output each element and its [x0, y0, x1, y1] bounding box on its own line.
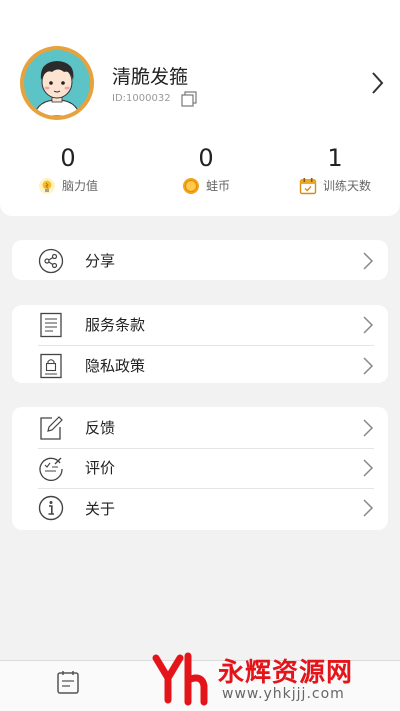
- edit-icon: [40, 416, 63, 440]
- menu-item-label: 服务条款: [85, 315, 146, 334]
- menu-item-label: 隐私政策: [85, 356, 146, 375]
- menu-item-label: 反馈: [85, 418, 116, 437]
- menu-item-label: 关于: [85, 499, 116, 518]
- username: 清脆发箍: [112, 66, 189, 88]
- watermark-logo: [152, 652, 208, 706]
- copy-icon[interactable]: [180, 90, 198, 108]
- chevron-right-icon: [363, 316, 374, 334]
- stat-label: 训练天数: [322, 179, 371, 193]
- stat-value: 1: [327, 144, 343, 172]
- menu-item-about[interactable]: 关于: [12, 487, 388, 529]
- menu-item-share[interactable]: 分享: [12, 240, 388, 280]
- support-card: 反馈 评价 关于: [12, 407, 388, 530]
- watermark: 永辉资源网 www.yhkjjj.com: [152, 650, 400, 708]
- info-icon: [38, 495, 64, 521]
- stat-training-days: 1 训练天数: [275, 143, 395, 195]
- stat-label: 蛙币: [205, 179, 230, 193]
- stat-frog-coins: 0 蛙币: [146, 143, 266, 195]
- chevron-right-icon: [363, 252, 374, 270]
- stat-label: 脑力值: [61, 179, 98, 193]
- calendar-icon: [299, 178, 317, 195]
- lock-document-icon: [40, 353, 62, 379]
- chevron-right-icon: [363, 419, 374, 437]
- avatar-image: [24, 50, 90, 116]
- share-card: 分享: [12, 240, 388, 280]
- chevron-right-icon[interactable]: [368, 70, 386, 96]
- rating-icon: [39, 457, 63, 481]
- chevron-right-icon: [363, 499, 374, 517]
- menu-item-label: 评价: [85, 458, 116, 477]
- avatar[interactable]: [20, 46, 94, 120]
- profile-card: 清脆发箍 ID:1000032 0 脑力值 0 蛙币 1 训练天数: [0, 0, 400, 216]
- chevron-right-icon: [363, 459, 374, 477]
- chevron-right-icon: [363, 357, 374, 375]
- menu-item-label: 分享: [85, 251, 116, 270]
- lightbulb-icon: [38, 178, 55, 194]
- stat-value: 0: [198, 144, 214, 172]
- tab-calendar-icon[interactable]: [55, 669, 81, 695]
- watermark-url: www.yhkjjj.com: [222, 686, 345, 702]
- user-id: ID:1000032: [112, 93, 171, 104]
- stat-brain-power: 0 脑力值: [8, 143, 128, 195]
- coin-icon: [182, 178, 199, 194]
- stat-value: 0: [60, 144, 76, 172]
- menu-item-rating[interactable]: 评价: [12, 447, 388, 487]
- legal-card: 服务条款 隐私政策: [12, 305, 388, 383]
- document-icon: [40, 312, 62, 338]
- share-icon: [38, 248, 64, 274]
- menu-item-feedback[interactable]: 反馈: [12, 407, 388, 447]
- menu-item-privacy[interactable]: 隐私政策: [12, 345, 388, 385]
- watermark-title: 永辉资源网: [218, 658, 354, 688]
- menu-item-terms[interactable]: 服务条款: [12, 304, 388, 344]
